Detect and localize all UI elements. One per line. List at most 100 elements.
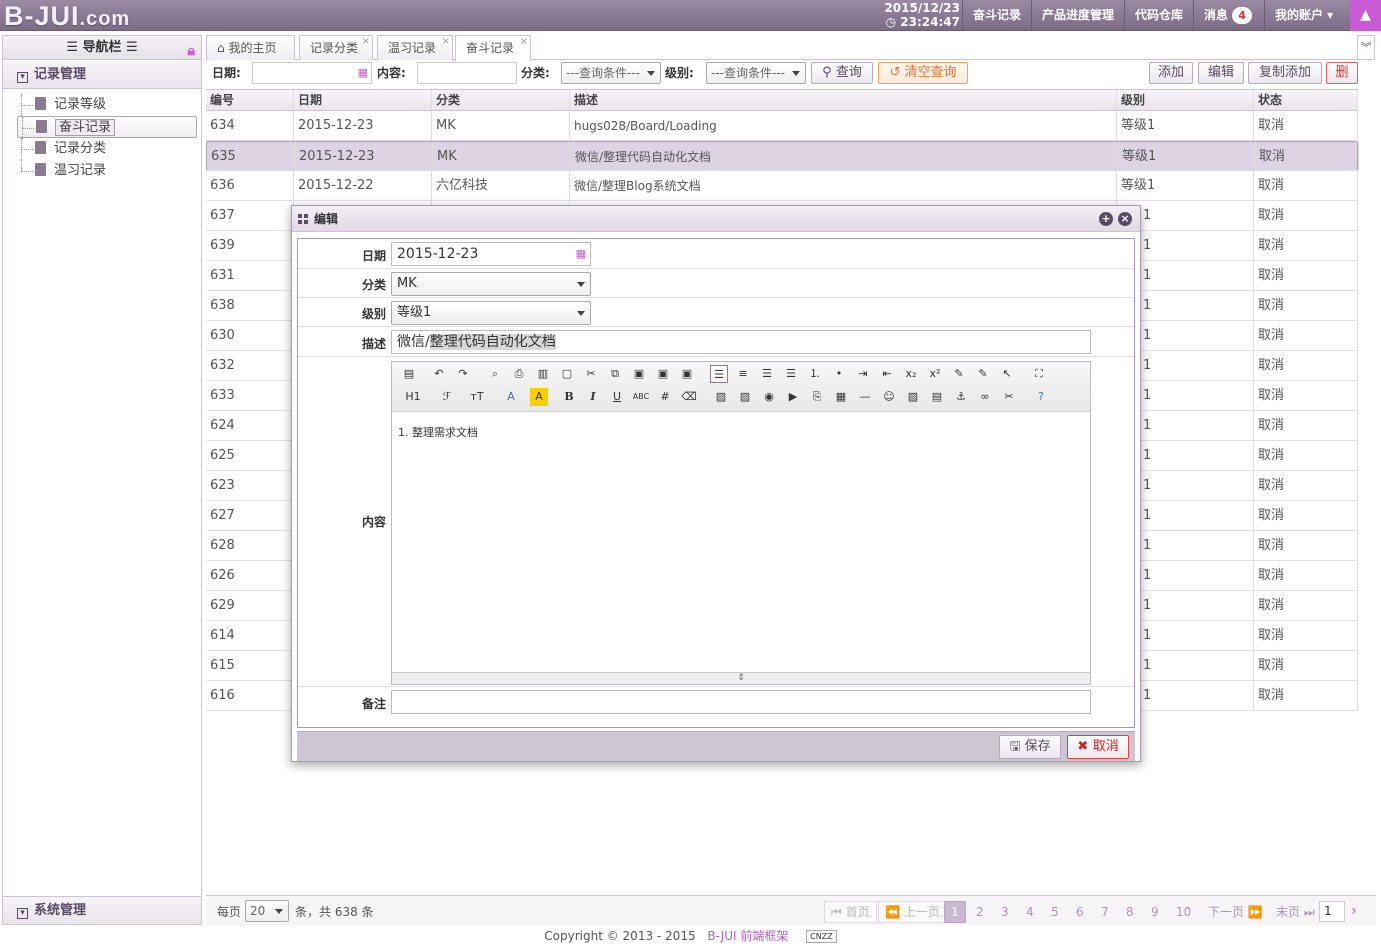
- go-arrow-icon[interactable]: ›: [1351, 901, 1357, 921]
- highlight-icon[interactable]: A: [530, 388, 548, 406]
- anchor-icon[interactable]: ⚓: [952, 388, 970, 406]
- unordered-list-icon[interactable]: •: [830, 365, 848, 383]
- table-icon[interactable]: ▦: [832, 388, 850, 406]
- underline-icon[interactable]: U: [608, 388, 626, 406]
- jump-page-input[interactable]: 1: [1319, 901, 1345, 922]
- unlink-icon[interactable]: ✂: [1000, 388, 1018, 406]
- clear-query-button[interactable]: ↺ 清空查询: [878, 62, 968, 84]
- template-icon[interactable]: ▥: [534, 365, 552, 383]
- col-header-date[interactable]: 日期: [294, 90, 432, 110]
- first-page-button[interactable]: ⏮ 首页: [824, 901, 877, 923]
- close-icon[interactable]: ×: [442, 30, 450, 54]
- select-all-icon[interactable]: ✎: [974, 365, 992, 383]
- copy-add-button[interactable]: 复制添加: [1248, 62, 1322, 84]
- dialog-header[interactable]: 编辑 + ×: [292, 206, 1140, 232]
- editor-content[interactable]: 1. 整理需求文档: [398, 424, 478, 440]
- page-5-button[interactable]: 5: [1044, 901, 1066, 923]
- image-icon[interactable]: ▨: [712, 388, 730, 406]
- tree-item-record-category[interactable]: 记录分类: [17, 138, 197, 160]
- maximize-icon[interactable]: +: [1099, 212, 1113, 226]
- page-4-button[interactable]: 4: [1019, 901, 1041, 923]
- topnav-code-repo[interactable]: 代码仓库: [1124, 0, 1193, 31]
- font-family-icon[interactable]: ℱ: [434, 388, 460, 406]
- justify-icon[interactable]: ☰: [782, 365, 800, 383]
- add-button[interactable]: 添加: [1149, 62, 1193, 84]
- level-select[interactable]: 等级1: [391, 301, 591, 325]
- col-header-level[interactable]: 级别: [1117, 90, 1254, 110]
- per-page-select[interactable]: 20: [245, 900, 289, 922]
- page-9-button[interactable]: 9: [1144, 901, 1166, 923]
- table-row[interactable]: 635 2015-12-23 MK 微信/整理代码自动化文档 等级1 取消: [206, 141, 1359, 171]
- prev-page-button[interactable]: ⏪ 上一页: [878, 901, 947, 923]
- topnav-product-progress[interactable]: 产品进度管理: [1031, 0, 1124, 31]
- print-icon[interactable]: ⎙: [510, 365, 528, 383]
- align-left-icon[interactable]: ☰: [710, 365, 728, 383]
- undo-icon[interactable]: ↶: [430, 365, 448, 383]
- align-right-icon[interactable]: ☰: [758, 365, 776, 383]
- outdent-icon[interactable]: ⇤: [878, 365, 896, 383]
- next-page-button[interactable]: 下一页 ⏩: [1201, 901, 1270, 923]
- save-button[interactable]: 🖫 保存: [999, 735, 1061, 759]
- source-icon[interactable]: ▤: [400, 365, 418, 383]
- cnzz-badge[interactable]: CNZZ: [806, 930, 837, 943]
- tab-record-category[interactable]: 记录分类 ×: [299, 35, 373, 60]
- tree-item-fendou-record[interactable]: 奋斗记录: [17, 116, 197, 139]
- superscript-icon[interactable]: x²: [926, 365, 944, 383]
- col-header-id[interactable]: 编号: [206, 90, 294, 110]
- tab-fendou-record[interactable]: 奋斗记录 ×: [455, 35, 531, 61]
- paste-word-icon[interactable]: ▣: [678, 365, 696, 383]
- logo[interactable]: B-JUI.com: [4, 1, 130, 34]
- lock-icon[interactable]: 🔒︎: [188, 39, 195, 63]
- baidu-map-icon[interactable]: ▧: [904, 388, 922, 406]
- cut-icon[interactable]: ✂: [582, 365, 600, 383]
- tab-home[interactable]: ⌂ 我的主页: [206, 35, 295, 60]
- level-query-select[interactable]: ---查询条件---: [706, 62, 806, 84]
- cursor-icon[interactable]: ↖: [998, 365, 1016, 383]
- fullscreen-icon[interactable]: ⛶: [1030, 365, 1048, 383]
- subscript-icon[interactable]: x₂: [902, 365, 920, 383]
- brand-link[interactable]: B-JUI 前端框架: [707, 929, 788, 943]
- font-size-icon[interactable]: тT: [464, 388, 490, 406]
- col-header-status[interactable]: 状态: [1254, 90, 1358, 110]
- calendar-icon[interactable]: ▦: [576, 243, 586, 265]
- remark-field[interactable]: [391, 690, 1091, 714]
- page-10-button[interactable]: 10: [1169, 901, 1198, 923]
- editor-resize-handle[interactable]: ⇕: [392, 672, 1090, 684]
- table-row[interactable]: 634 2015-12-23 MK hugs028/Board/Loading 等级1 取…: [206, 111, 1358, 141]
- topnav-messages[interactable]: 消息 4: [1193, 0, 1262, 31]
- page-6-button[interactable]: 6: [1069, 901, 1091, 923]
- page-7-button[interactable]: 7: [1094, 901, 1116, 923]
- paste-icon[interactable]: ▣: [630, 365, 648, 383]
- paste-text-icon[interactable]: ▣: [654, 365, 672, 383]
- align-center-icon[interactable]: ≡: [734, 365, 752, 383]
- redo-icon[interactable]: ↷: [454, 365, 472, 383]
- topnav-fendou[interactable]: 奋斗记录: [962, 0, 1031, 31]
- page-break-icon[interactable]: ▤: [928, 388, 946, 406]
- col-header-desc[interactable]: 描述: [570, 90, 1117, 110]
- panel-record-management[interactable]: ▾ 记录管理: [3, 61, 201, 89]
- table-row[interactable]: 636 2015-12-22 六亿科技 微信/整理Blog系统文档 等级1 取消: [206, 171, 1358, 201]
- font-color-icon[interactable]: A: [502, 388, 520, 406]
- topnav-account[interactable]: 我的账户 ▾: [1264, 0, 1343, 31]
- close-icon[interactable]: ×: [362, 30, 370, 54]
- col-header-category[interactable]: 分类: [432, 90, 570, 110]
- bold-icon[interactable]: B: [560, 388, 578, 406]
- italic-icon[interactable]: I: [584, 388, 602, 406]
- remove-format-icon[interactable]: ⌫: [680, 388, 698, 406]
- content-query-input[interactable]: [417, 62, 517, 84]
- delete-button[interactable]: 删: [1326, 62, 1358, 84]
- tab-more-chevron-icon[interactable]: ︾: [1357, 35, 1375, 60]
- tab-review-record[interactable]: 温习记录 ×: [377, 35, 453, 60]
- close-icon[interactable]: ×: [1118, 212, 1132, 226]
- page-2-button[interactable]: 2: [969, 901, 991, 923]
- help-icon[interactable]: ?: [1032, 388, 1050, 406]
- desc-field[interactable]: 微信/整理代码自动化文档: [391, 330, 1091, 354]
- heading-icon[interactable]: H1: [400, 388, 426, 406]
- calendar-icon[interactable]: ▦: [358, 63, 368, 83]
- close-icon[interactable]: ×: [520, 30, 528, 54]
- link-icon[interactable]: ∞: [976, 388, 994, 406]
- hr2-icon[interactable]: —: [856, 388, 874, 406]
- copy-icon[interactable]: ⧉: [606, 365, 624, 383]
- last-page-button[interactable]: 末页 ⏭: [1269, 901, 1322, 923]
- category-select[interactable]: MK: [391, 272, 591, 296]
